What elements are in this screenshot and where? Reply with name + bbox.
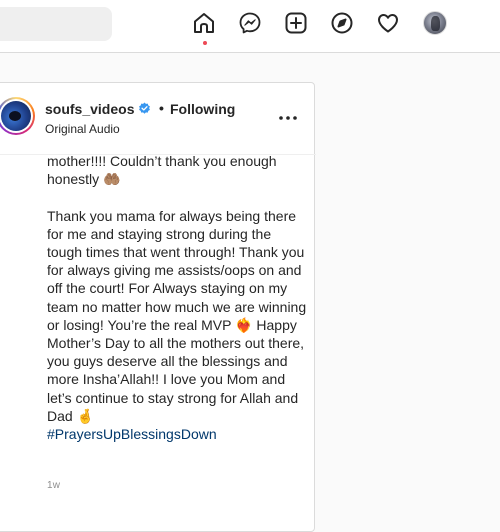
activity-heart-icon[interactable] xyxy=(375,10,401,36)
post-caption: mother!!!! Couldn’t thank you enough hon… xyxy=(47,155,309,443)
more-options-icon[interactable] xyxy=(277,110,299,126)
search-input[interactable] xyxy=(0,7,112,41)
profile-avatar[interactable] xyxy=(423,11,447,35)
author-username[interactable]: soufs_videos xyxy=(45,101,134,117)
header-separator: • xyxy=(159,100,164,116)
following-button[interactable]: Following xyxy=(170,101,235,117)
home-notification-dot xyxy=(203,41,207,45)
caption-line-2: honestly 🤲🏽 xyxy=(47,171,121,188)
hashtag-link[interactable]: #PrayersUpBlessingsDown xyxy=(47,425,309,443)
new-post-icon[interactable] xyxy=(283,10,309,36)
home-icon[interactable] xyxy=(191,10,217,36)
author-avatar[interactable] xyxy=(0,97,35,135)
caption-line-1: mother!!!! Couldn’t thank you enough xyxy=(47,155,277,169)
caption-scroll-area[interactable]: mother!!!! Couldn’t thank you enough hon… xyxy=(0,155,316,495)
explore-icon[interactable] xyxy=(329,10,355,36)
caption-paragraph: Thank you mama for always being there fo… xyxy=(47,207,307,424)
messenger-icon[interactable] xyxy=(237,10,263,36)
audio-link[interactable]: Original Audio xyxy=(45,122,120,136)
post-timestamp[interactable]: 1w xyxy=(47,480,60,491)
search-field[interactable] xyxy=(0,7,112,41)
post-header: soufs_videos • Following Original Audio xyxy=(0,83,316,155)
post-card: soufs_videos • Following Original Audio … xyxy=(0,82,316,532)
top-navigation-bar xyxy=(0,0,500,53)
verified-badge-icon xyxy=(139,102,150,114)
